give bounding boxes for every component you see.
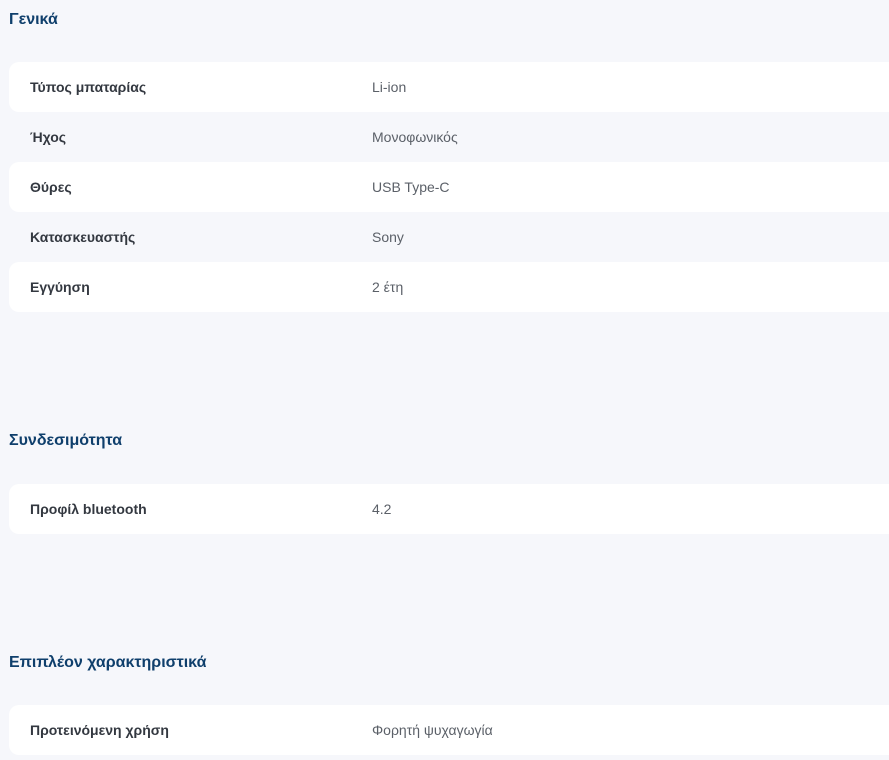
spec-label: Κατασκευαστής (30, 229, 136, 245)
spec-label: Προτεινόμενη χρήση (30, 722, 169, 738)
spec-row-battery-type: Τύπος μπαταρίας Li-ion (9, 62, 889, 112)
section-title-connectivity: Συνδεσιμότητα (9, 432, 123, 449)
spec-table-general: Τύπος μπαταρίας Li-ion Ήχος Μονοφωνικός … (9, 62, 889, 312)
section-title-additional-features: Επιπλέον χαρακτηριστικά (9, 654, 207, 671)
spec-value: Μονοφωνικός (372, 129, 458, 145)
spec-label: Προφίλ bluetooth (30, 501, 147, 517)
spec-label: Τύπος μπαταρίας (30, 79, 147, 95)
spec-row-sound: Ήχος Μονοφωνικός (9, 112, 889, 162)
spec-value: Φορητή ψυχαγωγία (372, 722, 493, 738)
spec-row-recommended-use: Προτεινόμενη χρήση Φορητή ψυχαγωγία (9, 705, 889, 755)
section-title-general: Γενικά (9, 11, 58, 28)
spec-label: Ήχος (30, 129, 67, 145)
spec-row-ports: Θύρες USB Type-C (9, 162, 889, 212)
spec-value: 4.2 (372, 501, 392, 517)
spec-row-bluetooth-profile: Προφίλ bluetooth 4.2 (9, 484, 889, 534)
spec-value: USB Type-C (372, 179, 450, 195)
spec-label: Θύρες (30, 179, 72, 195)
spec-row-manufacturer: Κατασκευαστής Sony (9, 212, 889, 262)
spec-row-warranty: Εγγύηση 2 έτη (9, 262, 889, 312)
spec-table-connectivity: Προφίλ bluetooth 4.2 (9, 484, 889, 534)
spec-value: 2 έτη (372, 279, 404, 295)
specifications-page: Γενικά Τύπος μπαταρίας Li-ion Ήχος Μονοφ… (0, 0, 889, 760)
spec-value: Li-ion (372, 79, 407, 95)
spec-value: Sony (372, 229, 404, 245)
spec-label: Εγγύηση (30, 279, 90, 295)
spec-table-additional-features: Προτεινόμενη χρήση Φορητή ψυχαγωγία (9, 705, 889, 755)
